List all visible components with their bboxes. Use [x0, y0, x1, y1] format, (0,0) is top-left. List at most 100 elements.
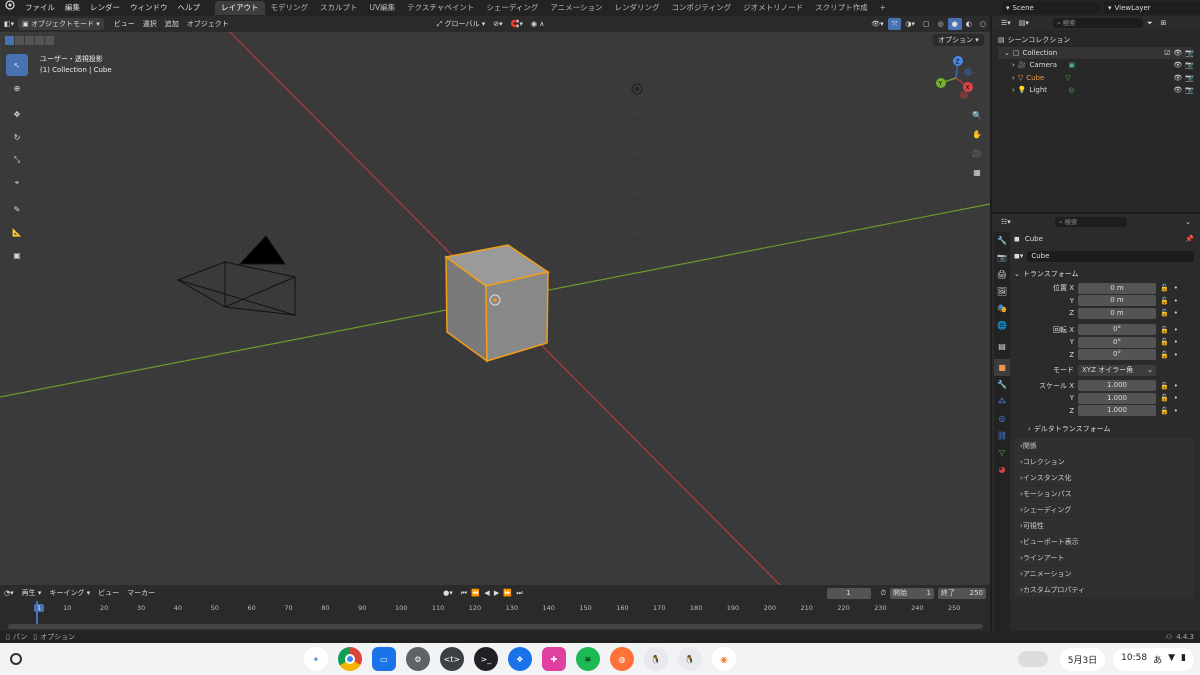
keyframe-dot-icon[interactable]: •	[1174, 407, 1178, 415]
physics-tab-icon[interactable]: ◎	[994, 410, 1010, 427]
tab-texture-paint[interactable]: テクスチャペイント	[401, 1, 480, 15]
object-name-field[interactable]: Cube	[1027, 250, 1194, 262]
timeline-menu-marker[interactable]: マーカー	[123, 587, 159, 599]
select-new-icon[interactable]	[5, 36, 14, 45]
tab-compositing[interactable]: コンポジティング	[666, 1, 738, 15]
add-workspace-button[interactable]: +	[874, 1, 892, 15]
camera-eye-icon[interactable]: 👁	[1173, 59, 1182, 72]
timeline-scrollbar[interactable]	[8, 624, 983, 629]
output-tab-icon[interactable]: 🖨	[994, 266, 1010, 283]
tab-rendering[interactable]: レンダリング	[609, 1, 666, 15]
grid-view-icon[interactable]: ▦	[969, 164, 985, 180]
location-x-field[interactable]: 0 m	[1078, 282, 1156, 294]
properties-options-icon[interactable]: ⌄	[1181, 216, 1195, 228]
3d-viewport[interactable]: ユーザー・透視投影 (1) Collection | Cube オプション ▾ …	[0, 32, 990, 585]
snap-icon[interactable]: 🧲▾	[507, 18, 527, 30]
collection-render-icon[interactable]: 📷	[1185, 47, 1194, 60]
panel-header[interactable]: › カスタムプロパティ	[1014, 582, 1194, 597]
start-frame-field[interactable]: 開始 1	[890, 587, 934, 599]
panel-header[interactable]: › 関係	[1014, 438, 1194, 453]
system-tray[interactable]: 10:58 あ ▼ ▮	[1113, 647, 1194, 671]
menu-help[interactable]: ヘルプ	[173, 0, 206, 16]
select-tool-icon[interactable]: ↖	[6, 54, 28, 76]
shading-material-icon[interactable]: ◐	[962, 18, 976, 30]
panel-header[interactable]: › ラインアート	[1014, 550, 1194, 565]
terminal-icon[interactable]: >_	[473, 647, 498, 671]
rotation-mode-dropdown[interactable]: XYZ オイラー角 ⌄	[1078, 364, 1156, 376]
clock-icon[interactable]: ⏱	[877, 587, 890, 599]
tab-geometry-nodes[interactable]: ジオメトリノード	[737, 1, 809, 15]
cube-eye-icon[interactable]: 👁	[1173, 72, 1182, 85]
rotate-tool-icon[interactable]: ↻	[6, 126, 28, 148]
menu-render[interactable]: レンダー	[85, 0, 125, 16]
navigation-gizmo[interactable]: X Y Z	[932, 54, 980, 102]
editor-type-icon[interactable]: ◧▾	[0, 18, 18, 30]
timeline-menu-playback[interactable]: 再生 ▾	[18, 587, 46, 599]
penguin-app-icon[interactable]: 🐧	[643, 647, 668, 671]
select-subtract-icon[interactable]	[25, 36, 34, 45]
tab-shading[interactable]: シェーディング	[480, 1, 544, 15]
collection-row[interactable]: ⌄ ▢ Collection ☑ 👁 📷	[998, 46, 1194, 60]
cube-render-icon[interactable]: 📷	[1185, 72, 1194, 85]
keyframe-dot-icon[interactable]: •	[1174, 338, 1178, 346]
scene-selector[interactable]: ▾ Scene	[1002, 2, 1100, 14]
lock-icon[interactable]: 🔓	[1160, 338, 1169, 346]
files-icon[interactable]: ▭	[371, 647, 396, 671]
overlay-toggle-icon[interactable]: ◑▾	[901, 18, 919, 30]
view-layer-tab-icon[interactable]: 🖼	[994, 283, 1010, 300]
camera-view-icon[interactable]: 🎥	[969, 145, 985, 161]
cursor-tool-icon[interactable]: ⊕	[6, 77, 28, 99]
date-chip[interactable]: 5月3日	[1059, 647, 1106, 671]
panel-header[interactable]: › アニメーション	[1014, 566, 1194, 581]
proportional-edit-icon[interactable]: ◉ ∧	[527, 18, 548, 30]
feedly-icon[interactable]: ❖	[507, 647, 532, 671]
select-invert-icon[interactable]	[35, 36, 44, 45]
scale-x-field[interactable]: 1.000	[1078, 380, 1156, 392]
outliner-editor-icon[interactable]: ☰▾	[997, 17, 1015, 29]
timeline-menu-keying[interactable]: キーイング ▾	[45, 587, 94, 599]
scene-tab-icon[interactable]: 🎭	[994, 300, 1010, 317]
location-y-field[interactable]: 0 m	[1078, 295, 1156, 307]
visibility-icon[interactable]: 👁▾	[867, 18, 887, 30]
shading-solid-icon[interactable]: ●	[947, 18, 962, 30]
zoom-icon[interactable]: 🔍	[969, 107, 985, 123]
panel-header[interactable]: › シェーディング	[1014, 502, 1194, 517]
end-frame-field[interactable]: 終了 250	[938, 587, 986, 599]
tab-modeling[interactable]: モデリング	[265, 1, 315, 15]
outliner-new-collection-icon[interactable]: ⊞	[1157, 17, 1171, 29]
measure-tool-icon[interactable]: 📐	[6, 221, 28, 243]
timeline-editor-icon[interactable]: ◔▾	[0, 587, 18, 599]
firefox-icon[interactable]: ◍	[609, 647, 634, 671]
timeline-area[interactable]: 1 10 20 30 40 50 60 70 80 90 100 110 120 130 140 150 160…	[0, 601, 990, 631]
collection-tab-icon[interactable]: ▤	[994, 338, 1010, 355]
move-tool-icon[interactable]: ✥	[6, 103, 28, 125]
add-cube-tool-icon[interactable]: ▣	[6, 244, 28, 266]
camera-render-icon[interactable]: 📷	[1185, 59, 1194, 72]
tab-uv-edit[interactable]: UV編集	[364, 1, 402, 15]
light-render-icon[interactable]: 📷	[1185, 84, 1194, 97]
modifier-tab-icon[interactable]: 🔧	[994, 376, 1010, 393]
menu-select[interactable]: 選択	[139, 18, 161, 30]
mode-selector[interactable]: ▣ オブジェクトモード ▾	[18, 18, 104, 30]
playback-controls[interactable]: ⏮ ⏪ ◀ ▶ ⏩ ⏭	[457, 587, 528, 599]
menu-file[interactable]: ファイル	[20, 0, 60, 16]
panel-header[interactable]: › 可視性	[1014, 518, 1194, 533]
blender-logo-icon[interactable]	[0, 0, 20, 16]
timeline-menu-view[interactable]: ビュー	[94, 587, 123, 599]
transform-panel-header[interactable]: ⌄ トランスフォーム	[1014, 266, 1194, 282]
keyframe-dot-icon[interactable]: •	[1174, 284, 1178, 292]
outliner-item-light[interactable]: › 💡 Light ◎ 👁 📷	[998, 84, 1194, 97]
current-frame-field[interactable]: 1	[826, 587, 871, 599]
lock-icon[interactable]: 🔓	[1160, 351, 1169, 359]
shading-rendered-icon[interactable]: ○	[976, 18, 990, 30]
data-tab-icon[interactable]: ▽	[994, 444, 1010, 461]
tab-layout[interactable]: レイアウト	[215, 1, 265, 15]
outliner-item-cube[interactable]: › ▽ Cube ▽ 👁 📷	[998, 72, 1194, 85]
menu-view[interactable]: ビュー	[110, 18, 139, 30]
keyframe-dot-icon[interactable]: •	[1174, 382, 1178, 390]
collection-checkbox-icon[interactable]: ☑	[1164, 47, 1170, 60]
rotation-z-field[interactable]: 0°	[1078, 349, 1156, 361]
lock-icon[interactable]: 🔓	[1160, 407, 1169, 415]
lock-icon[interactable]: 🔓	[1160, 297, 1169, 305]
tab-animation[interactable]: アニメーション	[544, 1, 608, 15]
